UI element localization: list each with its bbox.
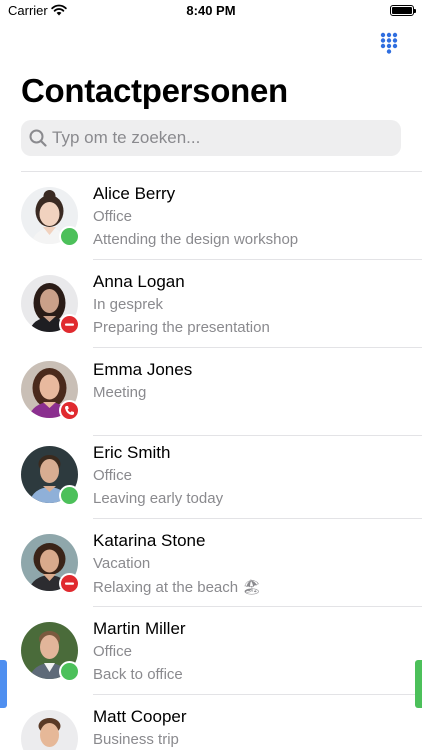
- clock: 8:40 PM: [186, 3, 236, 18]
- avatar: [21, 710, 78, 750]
- contact-row[interactable]: Matt Cooper Business trip: [0, 695, 422, 750]
- contact-status: In gesprek: [93, 296, 164, 313]
- contact-list[interactable]: Alice Berry Office Attending the design …: [0, 172, 422, 750]
- contact-status: Meeting: [93, 384, 147, 401]
- contact-status: Office: [93, 208, 132, 225]
- search-icon: [29, 129, 47, 152]
- dialpad-icon[interactable]: [380, 32, 398, 54]
- contact-name: Anna Logan: [93, 272, 185, 291]
- contact-row[interactable]: Martin Miller Office Back to office: [0, 607, 422, 695]
- contact-row[interactable]: Eric Smith Office Leaving early today: [0, 431, 422, 519]
- contact-row[interactable]: Emma Jones Meeting: [0, 348, 422, 436]
- available-dot-icon: [59, 485, 80, 506]
- contact-status: Business trip: [93, 731, 179, 748]
- contact-note: Leaving early today: [93, 490, 224, 507]
- contact-note: Attending the design workshop: [93, 231, 299, 248]
- contact-row[interactable]: Katarina Stone Vacation Relaxing at the …: [0, 519, 422, 607]
- contact-status: Vacation: [93, 555, 151, 572]
- contact-name: Alice Berry: [93, 184, 176, 203]
- edge-handle-left[interactable]: [0, 660, 7, 708]
- contact-name: Emma Jones: [93, 360, 193, 379]
- phone-icon: [59, 400, 80, 421]
- do-not-disturb-icon: [59, 314, 80, 335]
- contact-note: Relaxing at the beach 🏖: [93, 579, 262, 596]
- contact-name: Martin Miller: [93, 619, 186, 638]
- contact-name: Katarina Stone: [93, 531, 206, 550]
- contact-row[interactable]: Anna Logan In gesprek Preparing the pres…: [0, 260, 422, 348]
- contact-status: Office: [93, 643, 132, 660]
- page-title: Contactpersonen: [21, 72, 288, 109]
- contact-name: Eric Smith: [93, 443, 171, 462]
- do-not-disturb-icon: [59, 573, 80, 594]
- available-dot-icon: [59, 226, 80, 247]
- search-bar[interactable]: [21, 120, 401, 156]
- contact-row[interactable]: Alice Berry Office Attending the design …: [0, 172, 422, 260]
- battery-icon: [390, 5, 416, 16]
- contact-note: Preparing the presentation: [93, 319, 270, 336]
- status-bar: Carrier 8:40 PM: [0, 0, 422, 22]
- edge-handle-right[interactable]: [415, 660, 422, 708]
- available-dot-icon: [59, 661, 80, 682]
- contact-status: Office: [93, 467, 132, 484]
- contact-name: Matt Cooper: [93, 707, 187, 726]
- search-input[interactable]: [52, 120, 392, 156]
- contact-note: Back to office: [93, 666, 183, 683]
